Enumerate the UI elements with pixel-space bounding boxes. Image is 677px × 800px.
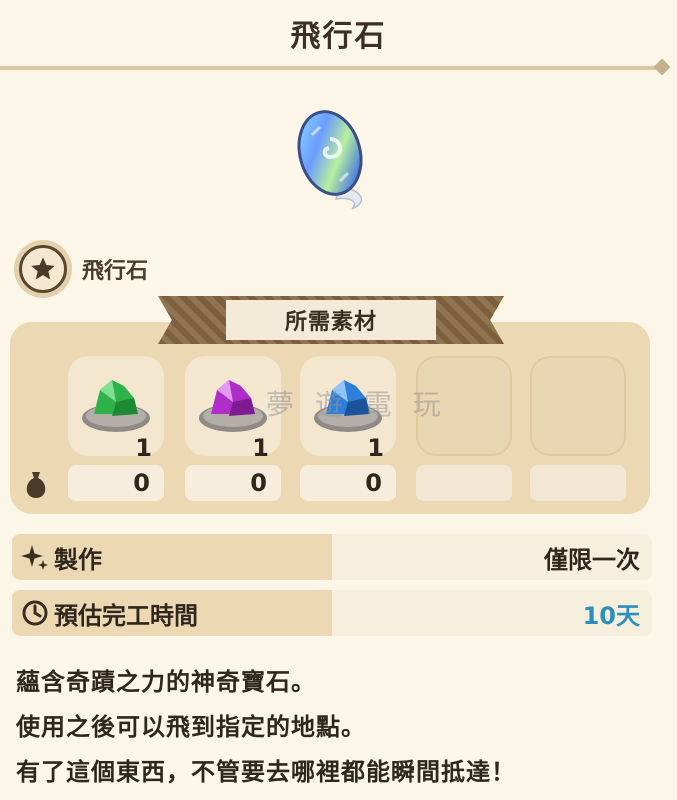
craft-label: 製作: [54, 545, 102, 574]
craft-row: 製作 僅限一次: [12, 534, 652, 580]
watermark: 夢 遊 電 玩: [266, 388, 447, 421]
materials-header: 所需素材: [158, 296, 504, 344]
star-icon: [31, 257, 55, 280]
time-value: 10天: [332, 590, 652, 636]
title-bar: 飛行石: [0, 0, 677, 66]
sparkle-icon: [21, 545, 48, 570]
material-slot-5-empty: [530, 356, 626, 456]
bag-icon: [26, 472, 46, 498]
title-divider: [0, 66, 660, 70]
required-count: 1: [367, 434, 384, 462]
time-row: 預估完工時間 10天: [12, 590, 652, 636]
materials-header-label: 所需素材: [226, 300, 436, 340]
owned-count-empty: [416, 465, 512, 501]
description-line: 有了這個東西，不管要去哪裡都能瞬間抵達！: [16, 758, 516, 786]
purple-ore-icon: [199, 380, 267, 432]
owned-count: 0: [68, 465, 164, 501]
required-count: 1: [135, 434, 152, 462]
item-name: 飛行石: [82, 259, 149, 284]
craft-value: 僅限一次: [332, 534, 652, 580]
item-name-row: 飛行石: [14, 240, 148, 298]
description-line: 使用之後可以飛到指定的地點。: [16, 713, 366, 741]
description-line: 蘊含奇蹟之力的神奇寶石。: [16, 668, 316, 696]
clock-icon: [22, 600, 48, 626]
flying-stone-icon: [297, 110, 363, 210]
green-ore-icon: [82, 380, 150, 432]
owned-count: 0: [185, 465, 281, 501]
owned-count: 0: [300, 465, 396, 501]
time-label: 預估完工時間: [54, 601, 198, 630]
item-description: 蘊含奇蹟之力的神奇寶石。 使用之後可以飛到指定的地點。 有了這個東西，不管要去哪…: [16, 660, 516, 795]
owned-count-empty: [530, 465, 626, 501]
page-title: 飛行石: [290, 19, 387, 54]
required-count: 1: [252, 434, 269, 462]
rank-badge: [14, 240, 72, 298]
material-slot-1[interactable]: 1: [68, 356, 164, 462]
